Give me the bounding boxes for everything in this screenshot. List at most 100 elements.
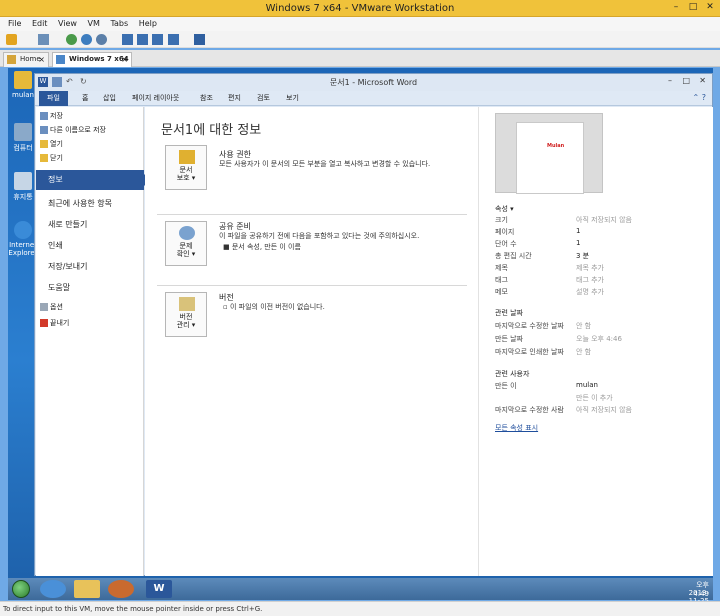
vmware-menubar: File Edit View VM Tabs Help: [0, 17, 720, 31]
lock-icon: [179, 150, 195, 164]
save-as-icon: [40, 126, 48, 134]
nav-print[interactable]: 인쇄: [36, 240, 144, 251]
prepare-sharing-text: 이 파일을 공유하기 전에 다음을 포함하고 있다는 것에 주의하십시오.: [219, 232, 420, 240]
check-issues-button[interactable]: 문제 확인 ▾: [165, 221, 207, 266]
nav-exit[interactable]: 끝내기: [36, 318, 144, 328]
menu-vm[interactable]: VM: [88, 17, 100, 31]
unity-icon[interactable]: [168, 34, 179, 45]
versions-icon: [179, 297, 195, 311]
nav-info[interactable]: 정보: [36, 170, 150, 190]
info-pane: 문서1에 대한 정보 문서 보호 ▾ 사용 권한 모든 사용자가 이 문서의 모…: [145, 107, 478, 576]
versions-text: ▫ 이 파일의 이전 버전이 없습니다.: [223, 303, 325, 311]
word-window: W ↶ ↻ 문서1 - Microsoft Word – □ ✕ 파일 홈 삽입…: [34, 73, 713, 576]
tab-insert[interactable]: 삽입: [103, 91, 116, 106]
recycle-bin-icon: [14, 172, 32, 190]
versions-heading: 버전: [219, 293, 234, 302]
explorer-taskbar-icon[interactable]: [74, 580, 100, 598]
tab-page-layout[interactable]: 페이지 레이아웃: [132, 91, 179, 106]
tab-home[interactable]: 홈: [82, 91, 88, 106]
guest-desktop: mulan 컴퓨터 휴지통 Internet Explorer W ↶ ↻ 문서…: [8, 68, 713, 600]
permissions-section: 문서 보호 ▾ 사용 권한 모든 사용자가 이 문서의 모든 부분을 열고 복사…: [157, 145, 467, 205]
show-all-properties-link[interactable]: 모든 속성 표시: [495, 423, 538, 433]
close-folder-icon: [40, 154, 48, 162]
maximize-button[interactable]: □: [685, 1, 701, 14]
tab-home[interactable]: Home ×: [3, 52, 49, 67]
menu-view[interactable]: View: [58, 17, 77, 31]
close-icon[interactable]: ×: [38, 53, 45, 66]
nav-close[interactable]: 닫기: [36, 153, 144, 163]
ribbon-tabs: 파일 홈 삽입 페이지 레이아웃 참조 편지 검토 보기 ⌃ ?: [35, 91, 712, 106]
vmware-toolbar: [0, 31, 720, 48]
nav-new[interactable]: 새로 만들기: [36, 219, 144, 230]
options-icon: [40, 303, 48, 311]
word-titlebar: W ↶ ↻ 문서1 - Microsoft Word – □ ✕: [35, 74, 712, 91]
snapshot-manager-icon[interactable]: [96, 34, 107, 45]
permissions-heading: 사용 권한: [219, 150, 251, 159]
properties-heading[interactable]: 속성 ▾: [495, 204, 514, 214]
thumbnail-page: Mulan: [516, 122, 584, 194]
related-dates-heading: 관련 날짜: [495, 309, 523, 317]
home-icon: [7, 55, 16, 64]
tab-references[interactable]: 참조: [200, 91, 213, 106]
snapshot-icon[interactable]: [66, 34, 77, 45]
revert-snapshot-icon[interactable]: [81, 34, 92, 45]
menu-file[interactable]: File: [8, 17, 21, 31]
tab-windows7[interactable]: Windows 7 x64 ×: [52, 52, 132, 67]
tab-file[interactable]: 파일: [39, 91, 68, 106]
console-view-icon[interactable]: [137, 34, 148, 45]
word-minimize-button[interactable]: –: [668, 76, 672, 85]
stretch-guest-icon[interactable]: [194, 34, 205, 45]
minimize-button[interactable]: –: [668, 1, 684, 14]
word-maximize-button[interactable]: □: [682, 76, 690, 85]
tab-windows7-label: Windows 7 x64: [69, 55, 129, 63]
check-icon: [179, 226, 195, 240]
menu-help[interactable]: Help: [139, 17, 157, 31]
word-title: 문서1 - Microsoft Word: [329, 78, 418, 87]
menu-tabs[interactable]: Tabs: [110, 17, 128, 31]
nav-open[interactable]: 열기: [36, 139, 144, 149]
word-taskbar-icon[interactable]: W: [146, 580, 172, 598]
full-screen-icon[interactable]: [152, 34, 163, 45]
info-title: 문서1에 대한 정보: [161, 123, 262, 138]
tab-review[interactable]: 검토: [257, 91, 270, 106]
nav-save-send[interactable]: 저장/보내기: [36, 261, 144, 272]
help-icon[interactable]: ⌃ ?: [693, 93, 707, 102]
computer-icon: [14, 123, 32, 141]
window-title: Windows 7 x64 - VMware Workstation: [265, 3, 455, 14]
nav-help[interactable]: 도움말: [36, 282, 144, 293]
menu-edit[interactable]: Edit: [32, 17, 48, 31]
nav-options[interactable]: 옵션: [36, 302, 144, 312]
send-keys-icon[interactable]: [38, 34, 49, 45]
vmware-titlebar: Windows 7 x64 - VMware Workstation – □ ✕: [0, 0, 720, 17]
document-thumbnail[interactable]: Mulan: [495, 113, 603, 194]
vm-icon: [56, 55, 65, 64]
close-icon[interactable]: ×: [121, 53, 128, 66]
ie-icon: [14, 221, 32, 239]
word-close-button[interactable]: ✕: [699, 76, 706, 85]
protect-document-button[interactable]: 문서 보호 ▾: [165, 145, 207, 190]
tab-view[interactable]: 보기: [286, 91, 299, 106]
manage-versions-button[interactable]: 버전 관리 ▾: [165, 292, 207, 337]
save-icon: [40, 112, 48, 120]
vmware-statusbar: To direct input to this VM, move the mou…: [0, 601, 720, 616]
sidebar-toggle-icon[interactable]: [122, 34, 133, 45]
nav-recent[interactable]: 최근에 사용한 항목: [36, 198, 144, 209]
media-player-taskbar-icon[interactable]: [108, 580, 134, 598]
user-folder-icon: [14, 71, 32, 89]
status-text: To direct input to this VM, move the mou…: [3, 605, 263, 613]
nav-save[interactable]: 저장: [36, 111, 144, 121]
backstage-nav: 저장 다른 이름으로 저장 열기 닫기 정보 최근에 사용한 항목 새로 만들기…: [36, 107, 150, 576]
ie-taskbar-icon[interactable]: [40, 580, 66, 598]
properties-pane: Mulan 속성 ▾ 크기 아직 저장되지 않음 페이지 1 단어 수1 총 편집 …: [478, 107, 713, 576]
start-button[interactable]: [12, 580, 30, 598]
exit-icon: [40, 319, 48, 327]
open-folder-icon: [40, 140, 48, 148]
tab-mailings[interactable]: 편지: [228, 91, 241, 106]
related-people-heading: 관련 사용자: [495, 370, 530, 378]
vmware-tabbar: Home × Windows 7 x64 ×: [0, 50, 720, 67]
close-button[interactable]: ✕: [702, 1, 718, 14]
thumbnail-text: Mulan: [547, 143, 565, 149]
nav-save-as[interactable]: 다른 이름으로 저장: [36, 125, 144, 135]
permissions-text: 모든 사용자가 이 문서의 모든 부분을 열고 복사하고 변경할 수 있습니다.: [219, 160, 431, 168]
power-icon[interactable]: [6, 34, 17, 45]
